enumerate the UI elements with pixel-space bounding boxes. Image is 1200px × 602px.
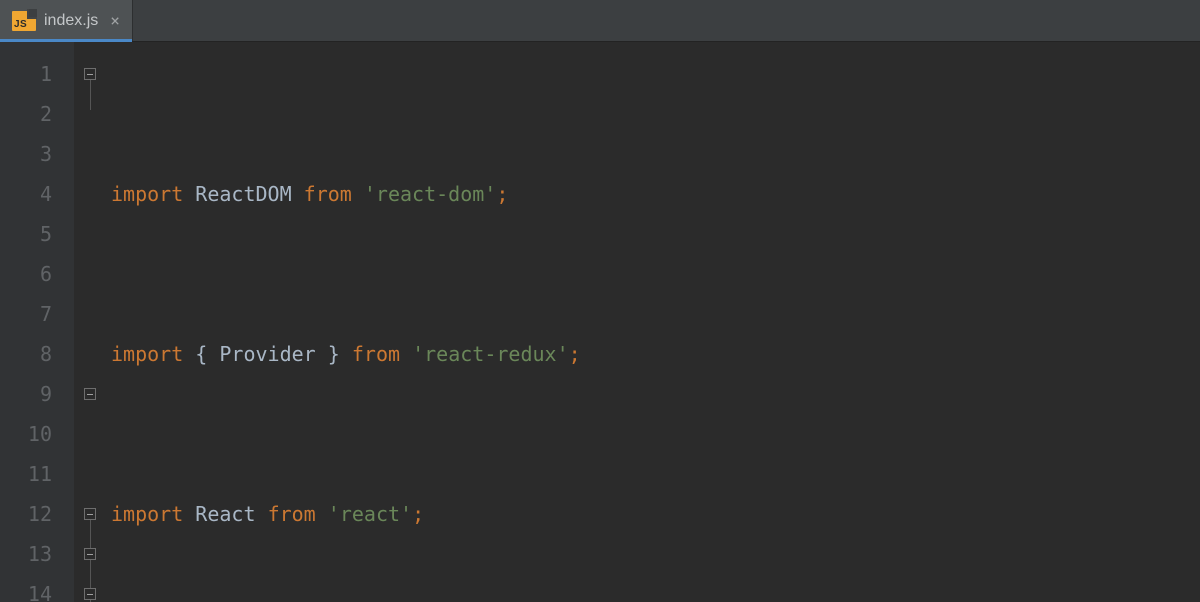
line-number[interactable]: 1 (0, 54, 74, 94)
line-number[interactable]: 10 (0, 414, 74, 454)
fold-marker[interactable] (75, 374, 105, 414)
js-file-icon: JS (12, 11, 36, 31)
line-number[interactable]: 8 (0, 334, 74, 374)
line-number[interactable]: 13 (0, 534, 74, 574)
close-icon[interactable]: × (106, 11, 120, 30)
code-line[interactable]: import { Provider } from 'react-redux'; (111, 334, 1200, 374)
line-number[interactable]: 6 (0, 254, 74, 294)
line-number[interactable]: 9 (0, 374, 74, 414)
tab-filename-label: index.js (44, 12, 98, 30)
fold-marker[interactable] (75, 494, 105, 534)
fold-column (75, 42, 105, 602)
code-line[interactable]: import ReactDOM from 'react-dom'; (111, 174, 1200, 214)
line-number[interactable]: 5 (0, 214, 74, 254)
line-number[interactable]: 3 (0, 134, 74, 174)
line-number-gutter: 1 2 3 4 5 6 7 8 9 10 11 12 13 14 (0, 42, 75, 602)
line-number[interactable]: 11 (0, 454, 74, 494)
tab-index-js[interactable]: JS index.js × (0, 0, 133, 41)
line-number[interactable]: 14 (0, 574, 74, 602)
line-number[interactable]: 2 (0, 94, 74, 134)
fold-marker[interactable] (75, 54, 105, 94)
line-number[interactable]: 4 (0, 174, 74, 214)
code-area: 1 2 3 4 5 6 7 8 9 10 11 12 13 14 (0, 42, 1200, 602)
editor-root: JS index.js × 1 2 3 4 5 6 7 8 9 10 11 12… (0, 0, 1200, 602)
line-number[interactable]: 12 (0, 494, 74, 534)
tab-bar: JS index.js × (0, 0, 1200, 42)
code-text[interactable]: import ReactDOM from 'react-dom'; import… (105, 42, 1200, 602)
line-number[interactable]: 7 (0, 294, 74, 334)
code-line[interactable]: import React from 'react'; (111, 494, 1200, 534)
